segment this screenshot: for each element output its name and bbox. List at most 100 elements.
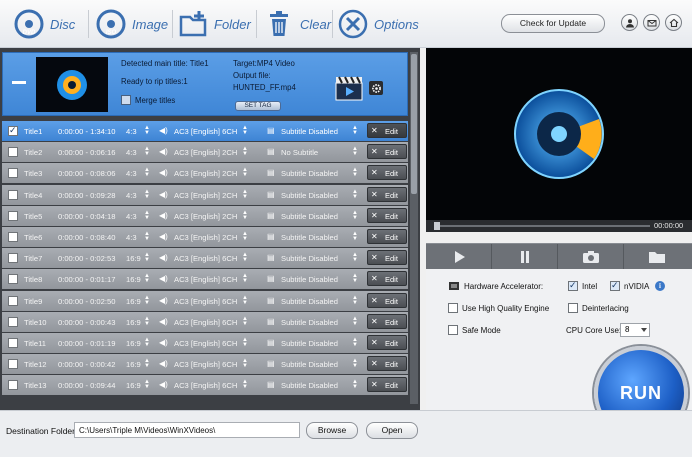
audio-spinner[interactable]: ▲ ▼: [242, 252, 248, 263]
audio-track[interactable]: AC3 [English] 6CH: [174, 339, 237, 348]
aspect-spinner[interactable]: ▲ ▼: [144, 210, 150, 221]
aspect-spinner[interactable]: ▲ ▼: [144, 146, 150, 157]
seek-track[interactable]: [436, 225, 650, 227]
audio-spinner[interactable]: ▲ ▼: [242, 146, 248, 157]
title-checkbox[interactable]: [8, 210, 18, 221]
title-row[interactable]: Title13 0:00:00 - 0:09:44 16:9 ▲ ▼ ◀) AC3 [Eng…: [2, 375, 408, 396]
aspect-spinner[interactable]: ▲ ▼: [144, 252, 150, 263]
title-row[interactable]: Title2 0:00:00 - 0:06:16 4:3 ▲ ▼ ◀) AC3 [Engli…: [2, 142, 408, 163]
subtitle-track[interactable]: Subtitle Disabled: [281, 360, 338, 369]
audio-track[interactable]: AC3 [English] 2CH: [174, 191, 237, 200]
subtitle-track[interactable]: Subtitle Disabled: [281, 212, 338, 221]
nvidia-checkbox[interactable]: [610, 280, 620, 291]
aspect-spinner[interactable]: ▲ ▼: [144, 189, 150, 200]
audio-spinner[interactable]: ▲ ▼: [242, 210, 248, 221]
aspect-spinner[interactable]: ▲ ▼: [144, 167, 150, 178]
title-row[interactable]: Title4 0:00:00 - 0:09:28 4:3 ▲ ▼ ◀) AC3 [Engli…: [2, 184, 408, 205]
audio-track[interactable]: AC3 [English] 2CH: [174, 169, 237, 178]
aspect-spinner[interactable]: ▲ ▼: [144, 273, 150, 284]
audio-spinner[interactable]: ▲ ▼: [242, 231, 248, 242]
subtitle-spinner[interactable]: ▲ ▼: [352, 125, 358, 136]
title-checkbox[interactable]: [8, 316, 18, 327]
audio-spinner[interactable]: ▲ ▼: [242, 167, 248, 178]
title-checkbox[interactable]: [8, 125, 18, 136]
title-checkbox[interactable]: [8, 338, 18, 348]
subtitle-spinner[interactable]: ▲ ▼: [352, 337, 358, 348]
audio-spinner[interactable]: ▲ ▼: [242, 125, 248, 136]
title-checkbox[interactable]: [8, 359, 18, 370]
check-update-button[interactable]: Check for Update: [501, 14, 605, 33]
aspect-spinner[interactable]: ▲ ▼: [144, 358, 150, 369]
aspect-spinner[interactable]: ▲ ▼: [144, 125, 150, 136]
disc-button[interactable]: DVD Disc: [14, 6, 75, 42]
deinterlacing-checkbox[interactable]: [568, 303, 578, 313]
audio-spinner[interactable]: ▲ ▼: [242, 358, 248, 369]
title-checkbox[interactable]: [8, 380, 18, 391]
intel-checkbox[interactable]: [568, 280, 578, 291]
title-row[interactable]: Title3 0:00:00 - 0:08:06 4:3 ▲ ▼ ◀) AC3 [Engli…: [2, 163, 408, 184]
subtitle-track[interactable]: Subtitle Disabled: [281, 233, 338, 242]
subtitle-spinner[interactable]: ▲ ▼: [352, 146, 358, 157]
title-row[interactable]: Title9 0:00:00 - 0:02:50 16:9 ▲ ▼ ◀) AC3 [Engl…: [2, 290, 408, 311]
audio-spinner[interactable]: ▲ ▼: [242, 295, 248, 306]
title-row[interactable]: Title7 0:00:00 - 0:02:53 16:9 ▲ ▼ ◀) AC3 [Engl…: [2, 248, 408, 269]
user-account-button[interactable]: [621, 14, 638, 31]
destination-folder-input[interactable]: C:\Users\Triple M\Videos\WinXVideos\: [74, 422, 300, 438]
subtitle-spinner[interactable]: ▲ ▼: [352, 210, 358, 221]
set-tag-button[interactable]: SET TAG: [235, 101, 281, 111]
audio-track[interactable]: AC3 [English] 6CH: [174, 381, 237, 390]
title-checkbox[interactable]: [8, 189, 18, 200]
edit-button[interactable]: ✕ Edit: [367, 250, 407, 266]
title-row[interactable]: Title8 0:00:00 - 0:01:17 16:9 ▲ ▼ ◀) AC3 [Engl…: [2, 269, 408, 290]
audio-spinner[interactable]: ▲ ▼: [242, 189, 248, 200]
audio-track[interactable]: AC3 [English] 2CH: [174, 233, 237, 242]
subtitle-spinner[interactable]: ▲ ▼: [352, 295, 358, 306]
subtitle-spinner[interactable]: ▲ ▼: [352, 189, 358, 200]
edit-button[interactable]: ✕ Edit: [367, 123, 407, 138]
scrollbar-thumb[interactable]: [411, 54, 417, 194]
title-checkbox[interactable]: [8, 168, 18, 179]
edit-button[interactable]: ✕ Edit: [367, 229, 407, 244]
edit-button[interactable]: ✕ Edit: [367, 207, 407, 223]
collapse-button[interactable]: [12, 81, 26, 84]
settings-button[interactable]: [369, 81, 383, 95]
edit-button[interactable]: ✕ Edit: [367, 292, 407, 308]
audio-spinner[interactable]: ▲ ▼: [242, 379, 248, 390]
edit-button[interactable]: ✕ Edit: [367, 186, 407, 202]
title-row[interactable]: Title10 0:00:00 - 0:00:43 16:9 ▲ ▼ ◀) AC3 [Eng…: [2, 311, 408, 332]
aspect-spinner[interactable]: ▲ ▼: [144, 295, 150, 306]
subtitle-spinner[interactable]: ▲ ▼: [352, 358, 358, 369]
info-icon[interactable]: i: [655, 281, 665, 291]
email-button[interactable]: [643, 14, 660, 31]
subtitle-track[interactable]: Subtitle Disabled: [281, 127, 338, 136]
safe-mode-checkbox[interactable]: [448, 325, 458, 335]
subtitle-track[interactable]: Subtitle Disabled: [281, 191, 338, 200]
audio-track[interactable]: AC3 [English] 6CH: [174, 254, 237, 263]
image-button[interactable]: ISO Image: [96, 6, 168, 42]
pause-button[interactable]: [492, 244, 558, 270]
edit-button[interactable]: ✕ Edit: [367, 271, 407, 287]
title-row[interactable]: Title1 0:00:00 - 1:34:10 4:3 ▲▼ ◀) AC3 [Engli…: [2, 121, 408, 141]
folder-button[interactable]: Folder: [178, 6, 251, 42]
title-checkbox[interactable]: [8, 295, 18, 306]
seek-handle[interactable]: [434, 222, 440, 230]
aspect-spinner[interactable]: ▲ ▼: [144, 337, 150, 348]
browse-button[interactable]: Browse: [306, 422, 358, 439]
aspect-spinner[interactable]: ▲ ▼: [144, 231, 150, 242]
audio-spinner[interactable]: ▲ ▼: [242, 316, 248, 327]
audio-track[interactable]: AC3 [English] 2CH: [174, 212, 237, 221]
open-folder-button[interactable]: [624, 244, 690, 270]
audio-track[interactable]: AC3 [English] 6CH: [174, 360, 237, 369]
title-row[interactable]: Title11 0:00:00 - 0:01:19 16:9 ▲ ▼ ◀) AC3 [Eng…: [2, 333, 408, 353]
merge-titles-checkbox[interactable]: [121, 95, 131, 105]
title-checkbox[interactable]: [8, 232, 18, 242]
subtitle-track[interactable]: Subtitle Disabled: [281, 381, 338, 390]
subtitle-track[interactable]: Subtitle Disabled: [281, 318, 338, 327]
title-checkbox[interactable]: [8, 274, 18, 285]
snapshot-button[interactable]: [558, 244, 624, 270]
subtitle-track[interactable]: No Subtitle: [281, 148, 318, 157]
open-button[interactable]: Open: [366, 422, 418, 439]
subtitle-track[interactable]: Subtitle Disabled: [281, 275, 338, 284]
aspect-spinner[interactable]: ▲ ▼: [144, 379, 150, 390]
clear-button[interactable]: Clear: [264, 6, 331, 42]
